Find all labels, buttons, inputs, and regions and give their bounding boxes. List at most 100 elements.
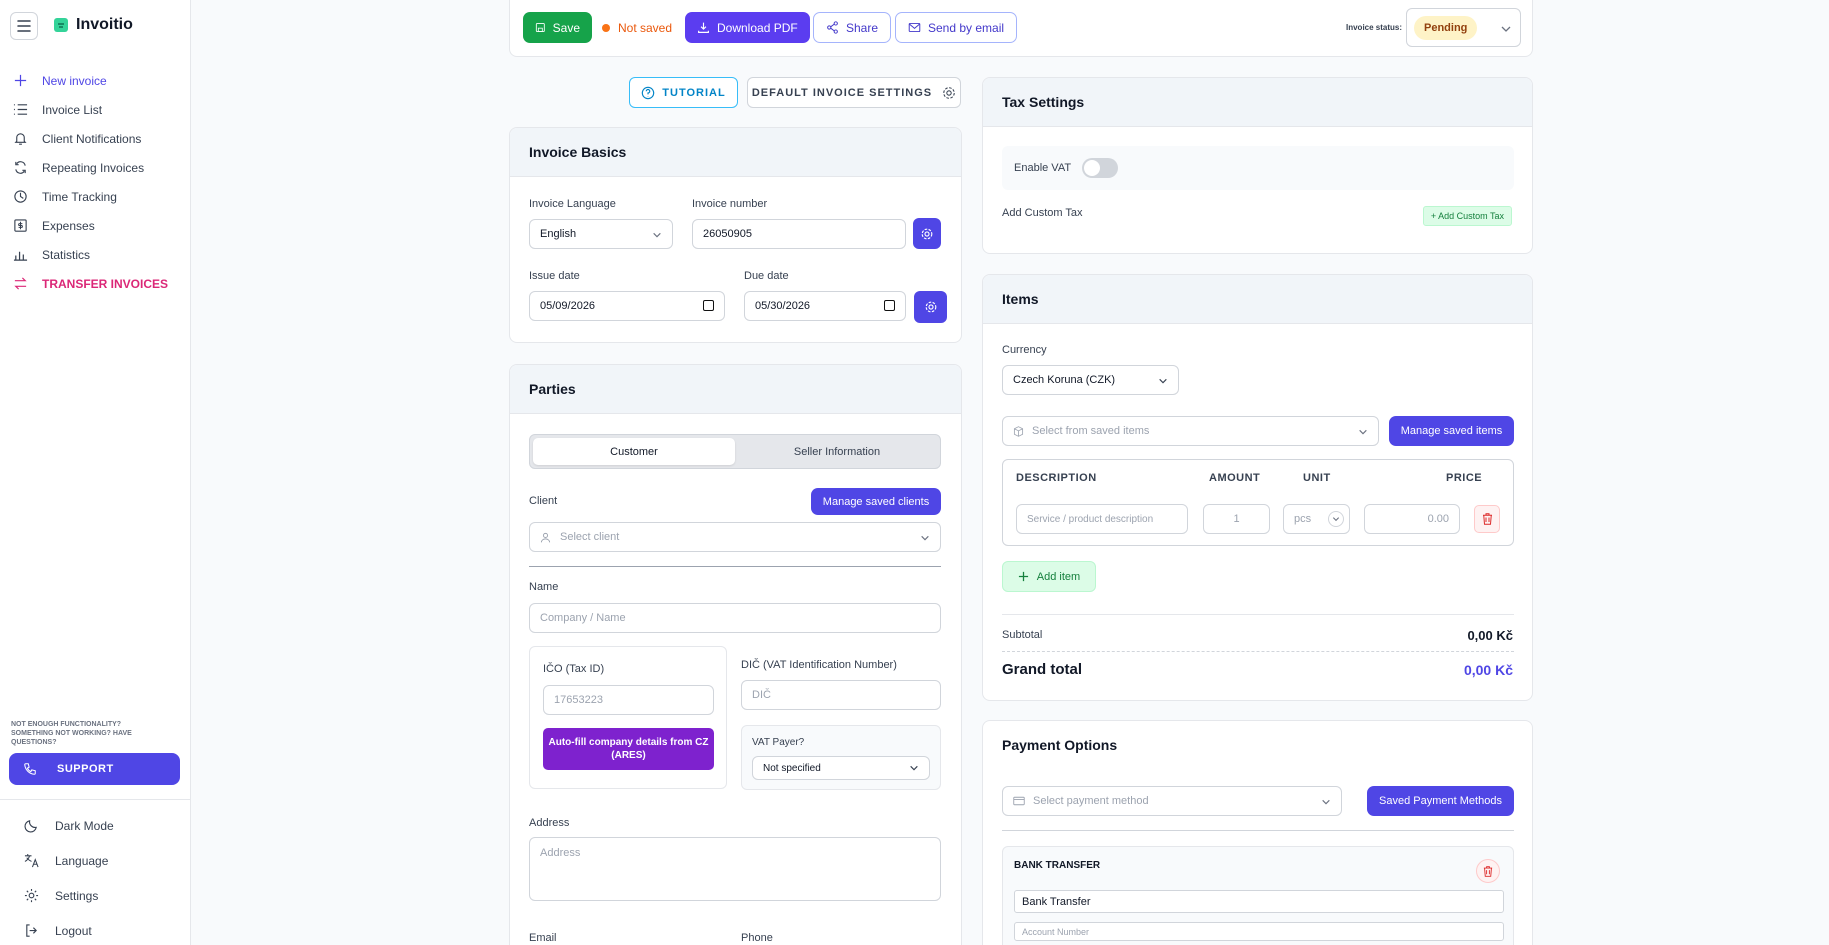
clock-icon <box>14 190 27 203</box>
divider <box>1002 830 1514 831</box>
nav-client-notifications[interactable]: Client Notifications <box>0 124 190 153</box>
divider <box>529 566 941 567</box>
items-card: Items Currency Czech Koruna (CZK) Select… <box>982 274 1533 701</box>
autofill-ares-button[interactable]: Auto-fill company details from CZ (ARES) <box>543 728 714 770</box>
payment-options-title: Payment Options <box>1002 737 1118 753</box>
save-button[interactable]: Save <box>523 12 592 43</box>
bank-transfer-box: BANK TRANSFER Bank Transfer Account Numb… <box>1002 846 1514 945</box>
chevron-down-icon <box>910 765 918 771</box>
invoice-basics-title: Invoice Basics <box>510 128 961 177</box>
sidebar-bottom: Dark Mode Language Settings Logout <box>0 799 190 945</box>
plus-icon <box>1018 571 1028 582</box>
dark-mode-toggle[interactable]: Dark Mode <box>0 808 190 843</box>
nav-invoice-list[interactable]: Invoice List <box>0 95 190 124</box>
nav-expenses[interactable]: Expenses <box>0 211 190 240</box>
tab-seller-information[interactable]: Seller Information <box>736 438 938 465</box>
invoice-status-label: Invoice status: <box>1346 23 1403 32</box>
unit-chevron[interactable] <box>1328 511 1344 527</box>
parties-card: Parties Customer Seller Information Clie… <box>509 364 962 945</box>
address-label: Address <box>529 817 570 829</box>
grand-total-label: Grand total <box>1002 661 1083 678</box>
invoice-language-select[interactable]: English <box>529 219 673 249</box>
phone-icon <box>24 763 36 775</box>
column-header: DESCRIPTION <box>1016 472 1097 484</box>
nav-new-invoice[interactable]: New invoice <box>0 66 190 95</box>
parties-title: Parties <box>510 365 961 414</box>
issue-date-input[interactable]: 05/09/2026 <box>529 291 725 321</box>
main-nav: New invoice Invoice List Client Notifica… <box>0 66 190 298</box>
items-title: Items <box>983 275 1532 324</box>
calendar-icon[interactable] <box>884 300 895 311</box>
due-date-input[interactable]: 05/30/2026 <box>744 291 906 321</box>
nav-time-tracking[interactable]: Time Tracking <box>0 182 190 211</box>
bank-name-input[interactable]: Bank Transfer <box>1014 890 1504 913</box>
moon-icon <box>24 820 37 833</box>
nav-transfer-invoices[interactable]: TRANSFER INVOICES <box>0 269 190 298</box>
manage-saved-items-button[interactable]: Manage saved items <box>1389 416 1514 446</box>
ico-input[interactable]: 17653223 <box>543 685 714 715</box>
enable-vat-row: Enable VAT <box>1002 146 1514 190</box>
item-amount-input[interactable]: 1 <box>1203 504 1270 534</box>
delete-item-button[interactable] <box>1474 505 1500 533</box>
column-header: UNIT <box>1303 472 1331 484</box>
logout-link[interactable]: Logout <box>0 913 190 945</box>
tab-customer[interactable]: Customer <box>533 438 735 465</box>
unsaved-dot-icon <box>602 23 610 32</box>
share-button[interactable]: Share <box>813 12 892 43</box>
nav-repeating-invoices[interactable]: Repeating Invoices <box>0 153 190 182</box>
vat-payer-select[interactable]: Not specified <box>752 756 930 780</box>
dic-input[interactable]: DIČ <box>741 680 941 710</box>
account-number-input[interactable]: Account Number <box>1014 922 1504 941</box>
dollar-icon <box>14 219 27 232</box>
chevron-down-icon <box>1322 799 1330 805</box>
invoice-number-settings-button[interactable] <box>913 218 941 249</box>
user-icon <box>540 532 551 542</box>
menu-toggle-button[interactable] <box>10 12 38 40</box>
invoice-number-label: Invoice number <box>692 198 768 210</box>
bell-icon <box>14 133 27 145</box>
download-pdf-button[interactable]: Download PDF <box>685 12 810 43</box>
chevron-down-icon <box>921 535 929 541</box>
add-custom-tax-button[interactable]: + Add Custom Tax <box>1422 206 1512 226</box>
item-unit-select[interactable]: pcs <box>1283 504 1350 534</box>
nav-statistics[interactable]: Statistics <box>0 240 190 269</box>
saved-items-select[interactable]: Select from saved items <box>1002 416 1379 446</box>
gear-icon <box>921 228 933 239</box>
name-label: Name <box>529 581 559 593</box>
language-selector[interactable]: Language <box>0 843 190 878</box>
vat-payer-label: VAT Payer? <box>752 737 805 748</box>
select-client-dropdown[interactable]: Select client <box>529 522 941 552</box>
trash-icon <box>1483 865 1493 877</box>
hamburger-icon <box>17 20 31 32</box>
currency-select[interactable]: Czech Koruna (CZK) <box>1002 365 1179 395</box>
invoice-language-label: Invoice Language <box>529 198 616 210</box>
default-invoice-settings-button[interactable]: DEFAULT INVOICE SETTINGS <box>747 77 961 108</box>
due-date-settings-button[interactable] <box>914 291 947 323</box>
payment-method-select[interactable]: Select payment method <box>1002 786 1342 816</box>
payment-options-card: Payment Options Select payment method Sa… <box>982 720 1533 945</box>
app-name: Invoitio <box>76 16 133 33</box>
invoice-number-input[interactable]: 26050905 <box>692 219 906 249</box>
item-description-input[interactable]: Service / product description <box>1016 504 1188 534</box>
share-icon <box>827 21 838 34</box>
delete-payment-method-button[interactable] <box>1476 859 1500 883</box>
name-input[interactable]: Company / Name <box>529 603 941 633</box>
calendar-icon[interactable] <box>703 300 714 311</box>
settings-link[interactable]: Settings <box>0 878 190 913</box>
divider <box>1002 651 1514 652</box>
divider <box>1002 614 1514 615</box>
tax-settings-card: Tax Settings Enable VAT Add Custom Tax +… <box>982 77 1533 254</box>
saved-payment-methods-button[interactable]: Saved Payment Methods <box>1367 786 1514 816</box>
tutorial-button[interactable]: TUTORIAL <box>629 77 738 108</box>
invoice-status-select[interactable]: Pending <box>1406 8 1521 47</box>
address-textarea[interactable]: Address <box>529 837 941 901</box>
send-email-button[interactable]: Send by email <box>895 12 1018 43</box>
enable-vat-toggle[interactable] <box>1082 158 1118 178</box>
manage-saved-clients-button[interactable]: Manage saved clients <box>811 488 941 515</box>
item-price-input[interactable]: 0.00 <box>1364 504 1460 534</box>
brand[interactable]: Invoitio <box>54 16 133 34</box>
invoice-toolbar: Save Not saved Download PDF Share Send b… <box>509 0 1533 57</box>
support-button[interactable]: SUPPORT <box>9 753 180 785</box>
gear-icon <box>943 86 955 99</box>
add-item-button[interactable]: Add item <box>1002 561 1096 592</box>
